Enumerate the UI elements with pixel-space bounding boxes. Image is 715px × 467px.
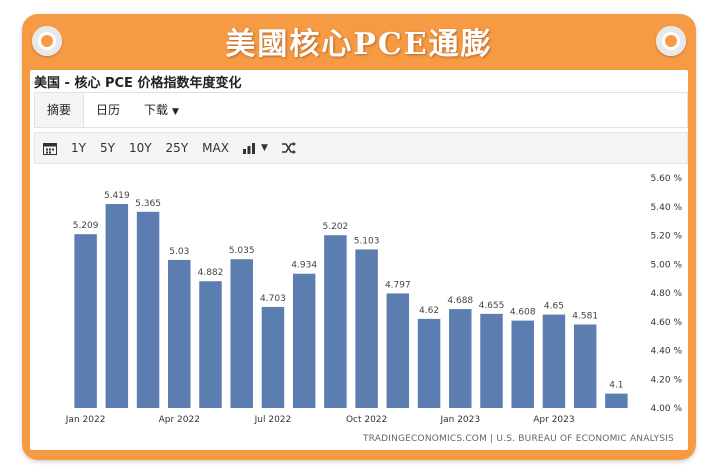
bar xyxy=(417,318,441,408)
range-25y-button[interactable]: 25Y xyxy=(166,141,189,155)
bar xyxy=(74,234,97,408)
bar-value-label: 4.581 xyxy=(572,311,598,321)
bar-value-label: 4.1 xyxy=(609,381,623,391)
y-tick-label: 5.00 % xyxy=(651,260,683,270)
x-tick-label: Jan 2022 xyxy=(65,415,106,425)
bar xyxy=(168,259,191,408)
ring-right-icon xyxy=(656,26,686,56)
y-tick-label: 4.80 % xyxy=(651,289,683,299)
bar xyxy=(605,393,628,408)
bar xyxy=(573,324,597,408)
tab-calendar[interactable]: 日历 xyxy=(84,93,132,127)
source-text: TRADINGECONOMICS.COM | U.S. BUREAU OF EC… xyxy=(362,434,674,444)
chart-title: 美国 - 核心 PCE 价格指数年度变化 xyxy=(34,76,242,91)
bar-value-label: 5.103 xyxy=(354,236,380,246)
bar-value-label: 4.882 xyxy=(198,268,224,278)
caret-down-icon: ▼ xyxy=(172,107,179,117)
y-tick-label: 5.20 % xyxy=(651,232,683,242)
ring-left-icon xyxy=(32,26,62,56)
chart-panel: 美国 - 核心 PCE 价格指数年度变化 摘要 日历 下载 ▼ 1Y 5Y 10Y… xyxy=(30,70,688,450)
tab-download-label: 下载 xyxy=(144,103,169,117)
bar-value-label: 5.03 xyxy=(169,247,189,257)
tab-bar: 摘要 日历 下载 ▼ xyxy=(34,92,688,128)
y-tick-label: 4.40 % xyxy=(651,347,683,357)
bar xyxy=(324,235,347,408)
bar-value-label: 5.035 xyxy=(229,246,255,256)
bar-value-label: 5.365 xyxy=(135,199,161,209)
y-tick-label: 4.60 % xyxy=(651,318,683,328)
bar-value-label: 5.209 xyxy=(73,221,99,231)
bar-value-label: 4.797 xyxy=(385,280,411,290)
banner: 美國核心PCE通膨 xyxy=(22,14,696,68)
chart-toolbar: 1Y 5Y 10Y 25Y MAX ▼ xyxy=(34,132,688,164)
bar xyxy=(480,313,503,408)
tab-summary[interactable]: 摘要 xyxy=(35,93,85,127)
range-1y-button[interactable]: 1Y xyxy=(71,141,86,155)
range-10y-button[interactable]: 10Y xyxy=(129,141,152,155)
bar-value-label: 4.655 xyxy=(479,301,505,311)
bar xyxy=(355,249,378,408)
banner-title: 美國核心PCE通膨 xyxy=(225,27,493,62)
bar-value-label: 4.934 xyxy=(291,261,317,271)
bar xyxy=(230,259,253,408)
bar-value-label: 4.65 xyxy=(544,302,564,312)
bar-chart-icon[interactable]: ▼ xyxy=(242,142,268,154)
bar xyxy=(542,314,566,408)
y-tick-label: 5.60 % xyxy=(651,174,683,184)
bar xyxy=(386,293,410,408)
y-tick-label: 4.20 % xyxy=(651,375,683,385)
y-tick-label: 5.40 % xyxy=(651,203,683,213)
y-tick-label: 4.00 % xyxy=(651,404,683,414)
bar xyxy=(136,211,160,408)
x-tick-label: Apr 2023 xyxy=(533,415,574,425)
bar xyxy=(511,320,534,408)
bar-value-label: 4.62 xyxy=(419,306,439,316)
bar-value-label: 4.688 xyxy=(447,296,473,306)
bar xyxy=(449,309,472,408)
bar-value-label: 5.419 xyxy=(104,191,130,201)
bar-value-label: 4.608 xyxy=(510,308,536,318)
bar xyxy=(105,204,129,408)
bar-value-label: 5.202 xyxy=(323,222,349,232)
shuffle-icon[interactable] xyxy=(281,142,296,154)
caret-down-icon: ▼ xyxy=(260,143,268,153)
bar-value-label: 4.703 xyxy=(260,294,286,304)
x-tick-label: Jan 2023 xyxy=(439,415,480,425)
range-5y-button[interactable]: 5Y xyxy=(100,141,115,155)
bar-chart: 5.209 5.419 5.365 5.03 4.882 5.035 4.703 4.934 5… xyxy=(65,174,683,425)
x-tick-label: Apr 2022 xyxy=(159,415,200,425)
x-tick-label: Oct 2022 xyxy=(346,415,387,425)
calendar-icon[interactable] xyxy=(43,142,57,155)
bar xyxy=(292,273,316,408)
range-max-button[interactable]: MAX xyxy=(202,141,229,155)
bar xyxy=(261,306,285,408)
bar xyxy=(199,281,222,408)
x-tick-label: Jul 2022 xyxy=(254,415,292,425)
tab-download[interactable]: 下载 ▼ xyxy=(132,93,191,127)
banner-frame: 美國核心PCE通膨 美国 - 核心 PCE 价格指数年度变化 摘要 日历 下载 ▼… xyxy=(22,14,696,460)
